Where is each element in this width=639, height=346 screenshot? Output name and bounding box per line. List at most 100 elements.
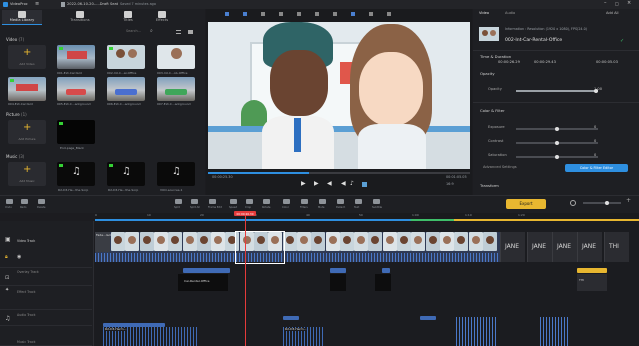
effect-track-header[interactable]: ✦ Effect Track [0, 286, 92, 310]
picture-section-header[interactable]: Picture (1) [0, 111, 205, 119]
visibility-icon[interactable]: ◉ [17, 255, 21, 260]
video-thumb-3[interactable] [157, 45, 195, 69]
opacity-section-header[interactable]: Opacity [480, 72, 495, 76]
saturation-value[interactable]: 0 [594, 153, 596, 158]
rename-icon[interactable]: ✓ [620, 39, 624, 44]
export-button[interactable]: Export [506, 199, 546, 209]
transform-header[interactable]: Transform [480, 184, 499, 188]
opacity-slider[interactable] [516, 89, 598, 93]
text-icon[interactable] [333, 12, 337, 16]
music-clip[interactable]: R2-D3-Herm... [103, 327, 199, 346]
saturation-slider-knob[interactable] [555, 155, 559, 159]
toolbar-color-icon[interactable] [283, 199, 290, 204]
advanced-settings-link[interactable]: Advanced Settings [483, 165, 517, 170]
music-section-header[interactable]: Music (3) [0, 153, 205, 161]
contrast-slider-knob[interactable] [555, 141, 559, 145]
audio-clip[interactable] [283, 316, 299, 320]
expand-icon[interactable] [387, 12, 391, 16]
end-time-field[interactable]: 00:00:29.43 [534, 59, 586, 65]
music-clip[interactable] [456, 317, 496, 346]
effect-clip[interactable] [330, 274, 346, 291]
title-clip[interactable]: JANE [500, 232, 525, 262]
toolbar-crop-icon[interactable] [246, 199, 253, 204]
grid-icon[interactable] [297, 12, 301, 16]
add-video-button[interactable]: + Add Video [8, 45, 46, 69]
stop-button[interactable]: ▶ [314, 181, 319, 187]
overlay-track-header[interactable]: Overlay Track ⊡ [0, 268, 92, 286]
toolbar-undo-icon[interactable] [6, 199, 13, 204]
overlay-title-clip[interactable] [382, 268, 390, 273]
effect-clip[interactable] [375, 274, 391, 291]
volume-icon[interactable]: ♪ [350, 181, 354, 187]
contrast-value[interactable]: 0 [594, 139, 596, 144]
mosaic-icon[interactable] [351, 12, 355, 16]
opacity-value[interactable]: 1.00 [594, 87, 602, 92]
music-thumb-1[interactable]: ♫ [57, 162, 95, 186]
mask-icon[interactable] [279, 12, 283, 16]
video-thumb-6[interactable] [107, 77, 145, 101]
toolbar-mute-icon[interactable] [319, 199, 326, 204]
tab-effects[interactable]: Effects [142, 10, 182, 25]
overlay-lock-icon[interactable]: ⊡ [5, 276, 9, 281]
guide-icon[interactable] [243, 12, 247, 16]
audio-track-header[interactable]: ♫ Audio Track [0, 310, 92, 326]
overlay-title-clip[interactable] [183, 268, 230, 273]
project-filename[interactable]: 2022-06-10-20-...-Draft Seat [67, 2, 118, 7]
toolbar-split-icon[interactable] [175, 199, 182, 204]
video-thumb-4[interactable] [8, 77, 46, 101]
grid-view-icon[interactable] [188, 30, 193, 34]
video-track-header[interactable]: ▣ Video Track 🔒︎ ◉ [0, 221, 92, 268]
exposure-slider-knob[interactable] [555, 127, 559, 131]
toolbar-rotate-icon[interactable] [263, 199, 270, 204]
picture-thumb-1[interactable] [57, 120, 95, 144]
close-icon[interactable]: × [627, 1, 631, 6]
video-thumb-2[interactable] [107, 45, 145, 69]
title-clip[interactable]: JANE [527, 232, 552, 262]
zoom-in-icon[interactable]: + [626, 198, 631, 204]
toolbar-text-icon[interactable] [355, 199, 362, 204]
contrast-slider[interactable] [516, 141, 598, 145]
aspect-ratio-label[interactable]: 16:9 [446, 182, 454, 186]
music-clip[interactable]: R2-D3-Herm... [283, 327, 323, 346]
music-clip[interactable] [540, 317, 570, 346]
play-button[interactable]: ▶ [301, 181, 306, 187]
title-clip[interactable]: JANE [577, 232, 602, 262]
toolbar-subtitle-icon[interactable] [373, 199, 380, 204]
tab-transitions[interactable]: Transitions [60, 10, 100, 25]
maximize-icon[interactable]: □ [615, 2, 619, 6]
title-clip[interactable]: JANE [552, 232, 577, 262]
add-picture-button[interactable]: + Add Picture [8, 120, 46, 144]
toolbar-detach-icon[interactable] [337, 199, 344, 204]
fade-clip[interactable]: Fade...lack [95, 232, 112, 252]
toolbar-filters-icon[interactable] [301, 199, 308, 204]
crop-icon[interactable] [315, 12, 319, 16]
search-input[interactable]: Search... [126, 29, 141, 33]
search-icon[interactable]: ⌕ [150, 29, 153, 34]
hand-icon[interactable] [369, 12, 373, 16]
add-all-button[interactable]: Add All [606, 11, 619, 16]
tab-media-library[interactable]: Media Library [2, 10, 42, 25]
toolbar-split-all-icon[interactable] [191, 199, 198, 204]
list-view-icon[interactable] [176, 30, 181, 34]
effect-clip[interactable]: THI [577, 274, 607, 291]
color-filter-editor-button[interactable]: Color & Filter Editor [565, 164, 628, 172]
prev-frame-button[interactable]: ◀ [327, 181, 332, 187]
video-thumb-5[interactable] [57, 77, 95, 101]
zoom-slider[interactable] [583, 201, 621, 205]
effect-clip[interactable]: Car-Rental-Office [178, 274, 228, 291]
fullscreen-icon[interactable] [362, 182, 367, 187]
next-frame-button[interactable]: ◀ [341, 181, 346, 187]
tab-audio[interactable]: Audio [505, 11, 515, 16]
video-section-header[interactable]: Video (7) [0, 36, 205, 44]
music-thumb-2[interactable]: ♫ [107, 162, 145, 186]
saturation-slider[interactable] [516, 155, 598, 159]
audio-clip[interactable] [420, 316, 436, 320]
toolbar-delete-icon[interactable] [38, 199, 45, 204]
music-track-header[interactable]: Music Track [0, 326, 92, 346]
exposure-slider[interactable] [516, 127, 598, 131]
video-thumb-7[interactable] [157, 77, 195, 101]
video-clip-strip[interactable]: Fade...lack [95, 232, 500, 262]
duration-field[interactable]: 00:00:05.03 [596, 59, 636, 65]
preview-progress[interactable] [208, 172, 470, 174]
lock-icon[interactable]: 🔒︎ [5, 255, 8, 260]
